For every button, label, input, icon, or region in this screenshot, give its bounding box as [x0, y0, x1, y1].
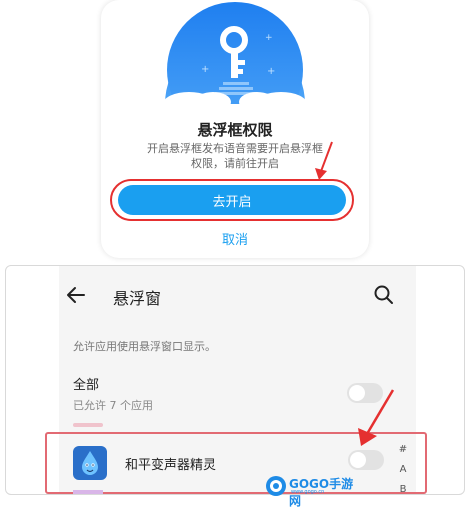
alphabet-index-bar[interactable]: # A B — [396, 440, 410, 500]
primary-button-highlight: 去开启 — [110, 179, 354, 221]
annotation-arrow-icon — [358, 389, 395, 446]
index-letter-hash[interactable]: # — [396, 440, 410, 460]
list-divider — [73, 423, 103, 427]
water-drop-app-icon — [73, 446, 107, 480]
next-list-item-edge — [73, 490, 103, 494]
svg-text:+: + — [265, 33, 273, 43]
watermark: GOGO手游网 www.gogo.cn — [265, 474, 365, 508]
search-icon[interactable] — [372, 283, 396, 307]
key-cloud-illustration: + + + — [141, 2, 331, 120]
watermark-subtext: www.gogo.cn — [291, 489, 325, 495]
toggle-knob — [350, 452, 366, 468]
all-apps-label: 全部 — [73, 378, 100, 393]
page-title: 悬浮窗 — [113, 289, 162, 308]
app-name: 和平变声器精灵 — [125, 458, 217, 473]
go-enable-button[interactable]: 去开启 — [118, 185, 346, 215]
watermark-logo-icon — [266, 476, 286, 496]
index-letter-b[interactable]: B — [396, 480, 410, 500]
annotation-arrow-icon — [315, 141, 333, 180]
all-apps-count: 已允许 7 个应用 — [73, 399, 153, 412]
arrow-left-icon[interactable] — [64, 283, 88, 307]
dialog-title: 悬浮框权限 — [197, 121, 273, 139]
svg-text:+: + — [267, 66, 275, 77]
permission-dialog: + + + 悬浮框权限 开启悬浮框发布语音需要开启悬浮框 权限，请前往开启 去开… — [101, 0, 369, 258]
svg-text:+: + — [201, 64, 209, 75]
app-permission-toggle[interactable] — [348, 450, 384, 470]
section-description: 允许应用使用悬浮窗口显示。 — [73, 340, 216, 353]
index-letter-a[interactable]: A — [396, 460, 410, 480]
cancel-button[interactable]: 取消 — [101, 229, 369, 248]
